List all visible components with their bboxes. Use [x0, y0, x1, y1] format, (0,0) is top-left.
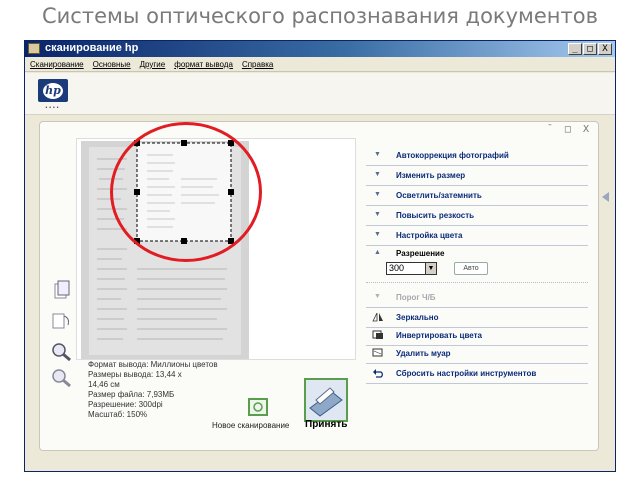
rescan-icon[interactable]: [248, 398, 268, 416]
slide-title: Системы оптического распознавания докуме…: [42, 4, 598, 28]
task-remove-moire[interactable]: Удалить муар: [366, 344, 588, 364]
close-button[interactable]: X: [598, 43, 612, 55]
highlight-circle: [110, 122, 262, 262]
brand-band: hp ••••: [25, 73, 615, 115]
resolution-input[interactable]: 300: [386, 262, 426, 275]
scanner-app-icon: [28, 43, 40, 54]
minimize-button[interactable]: _: [568, 43, 582, 55]
pane-controls[interactable]: ¯ □ X: [547, 124, 592, 135]
maximize-button[interactable]: □: [583, 43, 597, 55]
menu-basic[interactable]: Основные: [93, 60, 131, 71]
task-invert-colors[interactable]: Инвертировать цвета: [366, 326, 588, 346]
invert-colors-icon: [372, 330, 383, 339]
undo-icon: [373, 369, 383, 378]
output-format-info: Формат вывода: Миллионы цветов: [88, 360, 218, 369]
resolution-dropdown-button[interactable]: ▼: [425, 262, 437, 275]
task-resolution[interactable]: ▲ Разрешение: [366, 244, 588, 264]
accept-scan-icon[interactable]: [304, 378, 348, 422]
expand-arrow-icon: ▼: [374, 231, 381, 238]
task-bw-threshold: ▼ Порог Ч/Б: [366, 288, 588, 308]
output-size-info-cont: 14,46 см: [88, 380, 120, 389]
expand-arrow-icon: ▼: [374, 211, 381, 218]
task-lighten-darken[interactable]: ▼ Осветлить/затемнить: [366, 186, 588, 206]
menu-scan[interactable]: Сканирование: [30, 60, 84, 71]
expand-arrow-icon: ▼: [374, 151, 381, 158]
expand-arrow-icon: ▼: [374, 171, 381, 178]
task-mirror[interactable]: Зеркально: [366, 308, 588, 328]
collapse-arrow-icon: ▲: [374, 249, 381, 256]
menu-bar: Сканирование Основные Другие формат выво…: [25, 58, 615, 72]
expand-arrow-icon: ▼: [374, 293, 381, 300]
rotate-right-icon[interactable]: [52, 313, 69, 329]
task-color-adjust[interactable]: ▼ Настройка цвета: [366, 226, 588, 246]
window-title: сканирование hp: [45, 42, 139, 54]
collapse-panel-arrow-icon[interactable]: [602, 192, 609, 202]
task-resize[interactable]: ▼ Изменить размер: [366, 166, 588, 186]
hp-logo: hp: [38, 79, 68, 102]
output-size-info: Размеры вывода: 13,44 x: [88, 370, 182, 379]
moire-icon: [372, 348, 383, 357]
expand-arrow-icon: ▼: [374, 191, 381, 198]
task-sharpen[interactable]: ▼ Повысить резкость: [366, 206, 588, 226]
separator: [366, 282, 588, 283]
zoom-out-icon[interactable]: [52, 369, 71, 388]
menu-output-format[interactable]: формат вывода: [174, 60, 233, 71]
hp-logo-dots: ••••: [45, 105, 61, 111]
auto-resolution-button[interactable]: Авто: [454, 262, 488, 275]
task-auto-photo[interactable]: ▼ Автокоррекция фотографий: [366, 146, 588, 166]
left-toolbar: [52, 280, 71, 388]
rescan-label[interactable]: Новое сканирование: [212, 421, 289, 430]
accept-label[interactable]: Принять: [305, 419, 347, 430]
task-reset-tools[interactable]: Сбросить настройки инструментов: [366, 364, 588, 384]
menu-other[interactable]: Другие: [140, 60, 166, 71]
zoom-in-icon[interactable]: [52, 343, 71, 362]
mirror-icon: [372, 312, 383, 322]
menu-help[interactable]: Справка: [242, 60, 273, 71]
rotate-left-icon[interactable]: [54, 280, 70, 299]
title-bar[interactable]: сканирование hp _ □ X: [25, 41, 615, 57]
